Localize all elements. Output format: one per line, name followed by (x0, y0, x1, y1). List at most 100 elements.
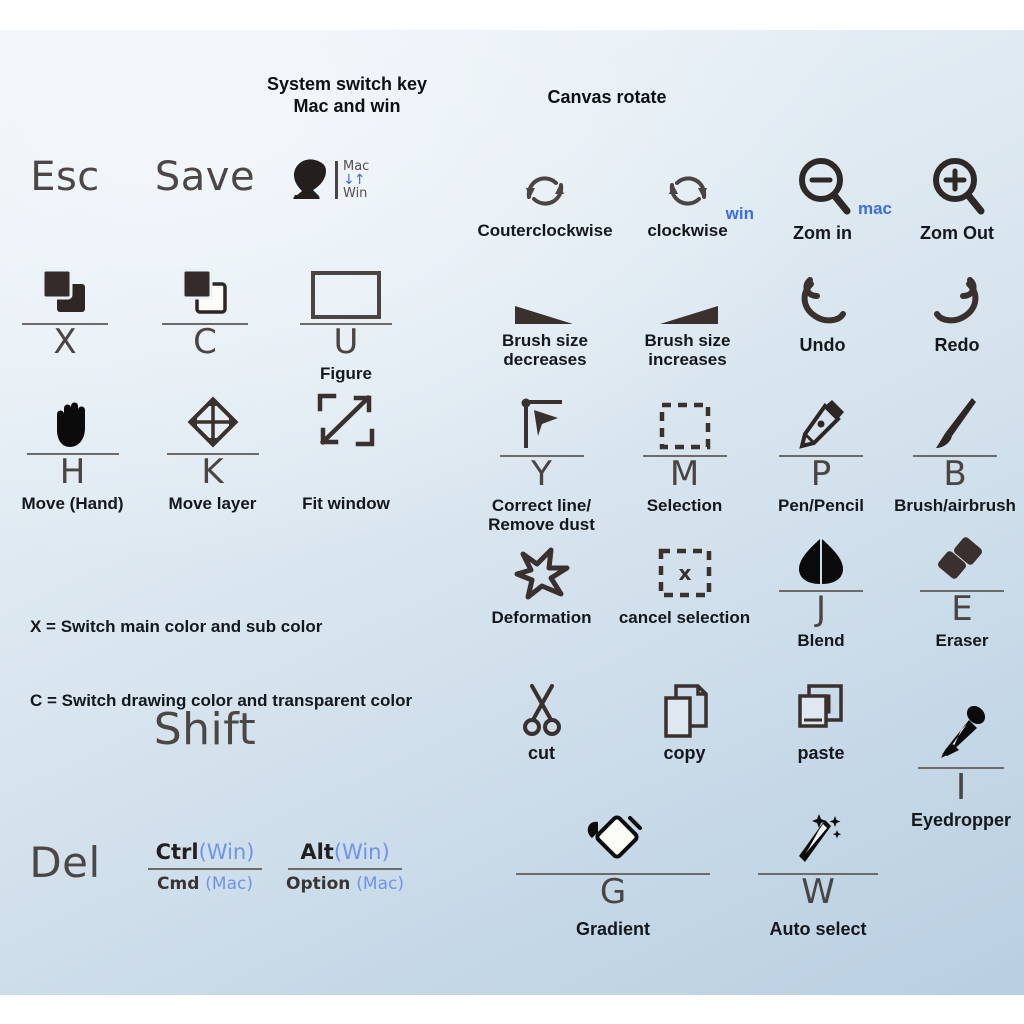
item-selection[interactable]: M Selection (613, 394, 756, 515)
item-counterclockwise-caption: Couterclockwise (477, 221, 613, 240)
svg-text:x: x (678, 561, 691, 585)
item-brush-airbrush[interactable]: B Brush/airbrush (886, 394, 1024, 515)
modifier-ctrl-label: Ctrl (155, 840, 199, 864)
item-selection-caption: Selection (646, 495, 723, 515)
heading-canvas-rotate: Canvas rotate (505, 87, 709, 109)
item-move-layer[interactable]: K Move layer (145, 394, 280, 513)
item-cut[interactable]: cut (470, 678, 613, 763)
modifier-alt-tag: (Win) (333, 840, 390, 864)
item-undo[interactable]: Undo (755, 270, 890, 355)
item-cancel-selection-caption: cancel selection (618, 608, 751, 627)
item-figure[interactable]: U Figure (280, 262, 412, 383)
item-switch-draw-transparent-color[interactable]: C (130, 262, 280, 361)
rotate-clockwise-icon: win (615, 158, 760, 223)
item-correct-line[interactable]: Y Correct line/ Remove dust (470, 394, 613, 534)
item-clockwise-tag: win (725, 204, 754, 223)
item-move-layer-caption: Move layer (168, 493, 257, 513)
item-switch-main-sub-color[interactable]: X (0, 262, 130, 361)
item-zoom-in-tag: mac (857, 199, 892, 218)
item-blend[interactable]: J Blend (756, 535, 886, 650)
item-correct-line-caption: Correct line/ Remove dust (488, 495, 595, 534)
item-eraser-key: E (951, 589, 973, 629)
item-gradient-caption: Gradient (575, 918, 650, 939)
item-eyedropper[interactable]: I Eyedropper (898, 698, 1024, 830)
hand-icon (0, 394, 145, 450)
modifier-alt-label: Alt (300, 840, 334, 864)
magnifier-plus-icon (890, 150, 1024, 220)
modifier-ctrl-cmd: Ctrl(Win) Cmd (Mac) (140, 840, 270, 894)
item-paste-caption: paste (797, 743, 845, 763)
modifier-cmd-bottom: Cmd (Mac) (140, 874, 270, 894)
item-gradient-key: G (599, 872, 627, 912)
redo-arrow-icon (890, 270, 1024, 332)
wedge-right-icon (615, 280, 760, 328)
item-blend-caption: Blend (797, 630, 845, 650)
item-correct-line-key: Y (531, 454, 552, 494)
item-redo-caption: Redo (934, 335, 980, 355)
item-fit-window-caption: Fit window (302, 494, 390, 513)
modifier-alt-option: Alt(Win) Option (Mac) (280, 840, 410, 894)
correct-line-icon (470, 394, 613, 452)
pointing-hand-cursor-icon (288, 156, 330, 204)
item-clockwise[interactable]: win clockwise (615, 158, 760, 240)
fit-window-icon (280, 393, 412, 450)
key-del-label: Del (29, 838, 101, 887)
item-move-hand-caption: Move (Hand) (21, 493, 124, 513)
item-redo[interactable]: Redo (890, 270, 1024, 355)
item-deformation[interactable]: Deformation (470, 540, 613, 627)
heading-canvas-rotate-line1: Canvas rotate (547, 87, 667, 107)
copy-pages-icon (613, 678, 756, 740)
rotate-counterclockwise-icon (470, 158, 620, 218)
magic-wand-icon (748, 808, 888, 870)
item-gradient[interactable]: G Gradient (510, 808, 716, 939)
item-paste[interactable]: paste (756, 678, 886, 763)
item-switch-main-sub-color-key: X (53, 322, 77, 362)
item-cut-caption: cut (528, 743, 555, 763)
two-squares-filled-icon (0, 262, 130, 320)
scissors-icon (470, 678, 613, 740)
item-zoom-out-caption: Zom Out (920, 223, 994, 243)
item-auto-select[interactable]: W Auto select (748, 808, 888, 939)
item-eyedropper-key: I (955, 767, 967, 808)
dashed-square-icon (613, 394, 756, 452)
deformation-star-icon (470, 540, 613, 602)
heading-system-switch-line2: Mac and win (293, 95, 401, 116)
modifier-cmd-tag: (Mac) (205, 874, 253, 894)
modifier-cmd-label: Cmd (157, 874, 200, 894)
item-zoom-in[interactable]: mac Zom in (755, 150, 892, 243)
item-zoom-out[interactable]: Zom Out (890, 150, 1024, 243)
item-eyedropper-caption: Eyedropper (910, 809, 1012, 830)
item-move-hand[interactable]: H Move (Hand) (0, 394, 145, 513)
item-brush-airbrush-caption: Brush/airbrush (894, 495, 1016, 515)
item-undo-caption: Undo (799, 335, 846, 355)
item-pen-pencil[interactable]: P Pen/Pencil (756, 394, 886, 515)
wedge-left-icon (470, 280, 620, 328)
modifier-option-tag: (Mac) (356, 874, 404, 894)
item-copy[interactable]: copy (613, 678, 756, 763)
win-label: Win (343, 186, 368, 201)
updown-arrows-icon: ↓↑ (343, 172, 365, 188)
item-brush-size-decrease[interactable]: Brush size decreases (470, 280, 620, 369)
item-brush-size-increase[interactable]: Brush size increases (615, 280, 760, 369)
item-figure-key: U (333, 322, 359, 362)
key-save-label: Save (154, 154, 256, 200)
item-zoom-in-caption: Zom in (793, 223, 852, 243)
item-fit-window[interactable]: Fit window (280, 393, 412, 513)
paint-bucket-icon (510, 808, 716, 870)
divider-line (335, 161, 338, 199)
key-esc: Esc (0, 154, 130, 200)
mac-win-toggle: Mac ↓↑ Win (343, 160, 369, 200)
item-counterclockwise[interactable]: Couterclockwise (470, 158, 620, 240)
item-selection-key: M (669, 454, 700, 494)
eraser-icon (900, 535, 1024, 587)
item-pen-pencil-key: P (810, 454, 832, 494)
dashed-square-x-icon: x (613, 540, 756, 602)
modifier-ctrl-cmd-top: Ctrl(Win) (140, 840, 270, 864)
item-eraser-caption: Eraser (935, 630, 989, 650)
item-eraser[interactable]: E Eraser (900, 535, 1024, 650)
item-cancel-selection[interactable]: x cancel selection (613, 540, 756, 627)
undo-arrow-icon (755, 270, 890, 332)
paste-icon (756, 678, 886, 740)
item-pen-pencil-caption: Pen/Pencil (778, 495, 864, 515)
key-esc-label: Esc (30, 154, 100, 200)
